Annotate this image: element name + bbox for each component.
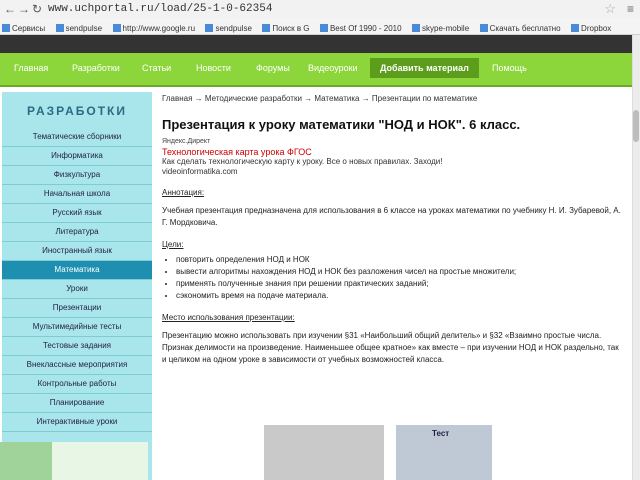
scrollbar-thumb[interactable] bbox=[633, 110, 639, 142]
nav-news[interactable]: Новости bbox=[196, 63, 231, 73]
nav-forums[interactable]: Форумы bbox=[256, 63, 290, 73]
sidebar-item[interactable]: Интерактивные уроки bbox=[2, 413, 152, 432]
bookmark-item[interactable]: sendpulse bbox=[203, 22, 255, 33]
place-section: Место использования презентации: Презент… bbox=[162, 312, 622, 366]
bookmark-icon bbox=[205, 24, 214, 32]
sidebar-item[interactable]: Русский язык bbox=[2, 204, 152, 223]
bookmark-icon bbox=[112, 24, 121, 32]
add-material-button[interactable]: Добавить материал bbox=[370, 58, 479, 78]
nav-developments[interactable]: Разработки bbox=[72, 63, 120, 73]
goal-item: применять полученные знания при решении … bbox=[176, 278, 622, 290]
ad-text: Как сделать технологическую карту к урок… bbox=[162, 157, 443, 166]
sidebar-title: РАЗРАБОТКИ bbox=[27, 104, 127, 118]
bookmark-icon bbox=[262, 24, 271, 32]
place-label: Место использования презентации: bbox=[162, 313, 295, 322]
sidebar-item[interactable]: Презентации bbox=[2, 299, 152, 318]
sidebar-item[interactable]: Уроки bbox=[2, 280, 152, 299]
sidebar-item[interactable]: Литература bbox=[2, 223, 152, 242]
slide-thumbnail[interactable]: Тест bbox=[396, 425, 492, 480]
nav-help[interactable]: Помощь bbox=[492, 63, 527, 73]
bookmark-icon bbox=[55, 24, 64, 32]
apps-icon bbox=[2, 24, 10, 32]
bookmarks-bar: Сервисы sendpulse http://www.google.ru s… bbox=[0, 18, 640, 35]
goals-list: повторить определения НОД и НОК вывести … bbox=[162, 254, 622, 302]
bookmark-icon bbox=[412, 24, 421, 32]
slide-thumbnail[interactable] bbox=[264, 425, 384, 480]
nav-video-lessons[interactable]: Видеоуроки bbox=[308, 63, 358, 73]
site-header-band bbox=[0, 35, 632, 53]
goal-item: вывести алгоритмы нахождения НОД и НОК б… bbox=[176, 266, 622, 278]
sidebar-item-active[interactable]: Математика bbox=[2, 261, 152, 280]
annotation-label: Аннотация: bbox=[162, 188, 205, 197]
bookmark-item[interactable]: Сервисы bbox=[0, 22, 49, 33]
main-content: Главная → Методические разработки → Мате… bbox=[162, 94, 622, 366]
sidebar-item[interactable]: Физкультура bbox=[2, 166, 152, 185]
url-field[interactable]: www.uchportal.ru/load/25-1-0-62354 bbox=[48, 3, 272, 15]
goal-item: повторить определения НОД и НОК bbox=[176, 254, 622, 266]
bookmark-item[interactable]: http://www.google.ru bbox=[111, 22, 199, 33]
ad-site[interactable]: videoinformatika.com bbox=[162, 167, 622, 177]
sidebar-item[interactable]: Внеклассные мероприятия bbox=[2, 356, 152, 375]
sidebar-item[interactable]: Тестовые задания bbox=[2, 337, 152, 356]
sidebar-item[interactable]: Контрольные работы bbox=[2, 375, 152, 394]
footer-block bbox=[0, 442, 52, 480]
bookmark-icon bbox=[479, 24, 488, 32]
bookmark-item[interactable]: sendpulse bbox=[54, 22, 106, 33]
back-icon[interactable]: ← bbox=[4, 2, 16, 16]
place-text: Презентацию можно использовать при изуче… bbox=[162, 331, 619, 364]
reload-icon[interactable]: ↻ bbox=[32, 2, 42, 16]
sidebar-item[interactable]: Мультимедийные тесты bbox=[2, 318, 152, 337]
ad-header: Яндекс.Директ bbox=[162, 138, 211, 145]
scrollbar[interactable] bbox=[632, 35, 640, 480]
bookmark-item[interactable]: Best Of 1990 - 2010 bbox=[318, 22, 406, 33]
sidebar-item[interactable]: Начальная школа bbox=[2, 185, 152, 204]
main-nav: Главная Разработки Статьи Новости Форумы… bbox=[0, 53, 632, 87]
sidebar-item[interactable]: Тематические сборники bbox=[2, 128, 152, 147]
sidebar: РАЗРАБОТКИ Тематические сборники Информа… bbox=[2, 92, 152, 480]
ad-block: Яндекс.Директ Технологическая карта урок… bbox=[162, 137, 622, 177]
sidebar-item[interactable]: Информатика bbox=[2, 147, 152, 166]
footer-block bbox=[52, 442, 148, 480]
nav-articles[interactable]: Статьи bbox=[142, 63, 171, 73]
bookmark-star-icon[interactable]: ☆ bbox=[604, 1, 616, 17]
browser-address-bar: ← → ↻ www.uchportal.ru/load/25-1-0-62354… bbox=[0, 0, 640, 19]
bookmark-icon bbox=[571, 24, 580, 32]
bookmark-item[interactable]: Dropbox bbox=[569, 22, 615, 33]
sidebar-item[interactable]: Планирование bbox=[2, 394, 152, 413]
forward-icon[interactable]: → bbox=[18, 2, 30, 16]
bookmark-item[interactable]: Поиск в G bbox=[260, 22, 313, 33]
page-title: Презентация к уроку математики "НОД и НО… bbox=[162, 117, 521, 132]
thumbnail-label: Тест bbox=[432, 429, 450, 438]
annotation-text: Учебная презентация предназначена для ис… bbox=[162, 206, 621, 227]
bookmark-item[interactable]: skype-mobile bbox=[410, 22, 473, 33]
goals-label: Цели: bbox=[162, 240, 184, 249]
breadcrumb[interactable]: Главная → Методические разработки → Мате… bbox=[162, 94, 622, 103]
ad-link[interactable]: Технологическая карта урока ФГОС bbox=[162, 147, 622, 157]
nav-home[interactable]: Главная bbox=[14, 63, 48, 73]
browser-menu-icon[interactable]: ≡ bbox=[627, 2, 634, 16]
annotation-section: Аннотация: Учебная презентация предназна… bbox=[162, 187, 622, 229]
goals-section: Цели: повторить определения НОД и НОК вы… bbox=[162, 239, 622, 302]
bookmark-item[interactable]: Скачать бесплатно bbox=[478, 22, 565, 33]
goal-item: сэкономить время на подаче материала. bbox=[176, 290, 622, 302]
sidebar-item[interactable]: Иностранный язык bbox=[2, 242, 152, 261]
bookmark-icon bbox=[319, 24, 328, 32]
